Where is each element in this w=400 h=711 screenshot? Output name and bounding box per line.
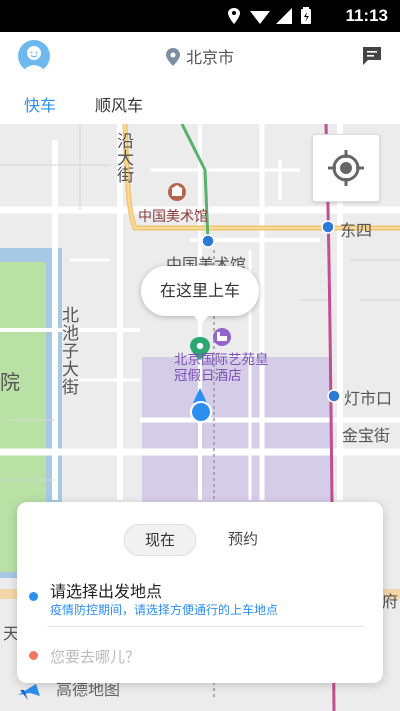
hotel-poi-icon [213,328,231,346]
city-selector[interactable]: 北京市 [0,44,400,68]
city-name: 北京市 [185,48,234,67]
tab-express[interactable]: 快车 [24,92,56,116]
map-label-yuan: 院 [0,370,20,394]
location-pin-icon [165,48,180,66]
service-tabs: 快车 顺风车 [0,80,400,124]
start-dot-icon [29,592,38,601]
divider [47,626,365,627]
map-label-dongsi: 东四 [340,221,373,240]
tab-now[interactable]: 现在 [124,524,196,556]
pickup-bubble[interactable]: 在这里上车 [141,266,259,324]
battery-icon [301,7,311,24]
museum-poi-icon [168,183,186,201]
location-icon [228,8,240,24]
map-label-fu: 府 [382,592,399,611]
wifi-icon [250,11,270,24]
tab-reserve[interactable]: 预约 [213,524,273,554]
clock: 11:13 [345,6,388,25]
map-label-beichi: 北池子大街 [58,306,78,396]
map-label-dengshikou: 灯市口 [344,389,393,408]
signal-icon [276,8,292,24]
header: 北京市 [0,32,400,80]
start-location-hint: 疫情防控期间，请选择方便通行的上车地点 [50,603,279,617]
map-label-jinbao: 金宝街 [342,426,391,445]
crosshair-icon [328,150,364,186]
tab-carpool[interactable]: 顺风车 [95,92,143,116]
message-icon[interactable] [362,46,382,66]
status-bar: 11:13 [0,0,400,32]
destination-dot-icon [29,651,38,660]
trip-panel: 现在 预约 请选择出发地点 疫情防控期间，请选择方便通行的上车地点 您要去哪儿？ [17,502,383,683]
destination-input[interactable]: 您要去哪儿？ [50,646,140,667]
map-label-hotel: 北京国际艺苑皇冠假日酒店 [174,352,269,384]
start-location-field[interactable]: 请选择出发地点 [50,578,162,602]
status-icons [228,7,311,24]
map-label-street: 沿大街 [113,132,133,183]
locate-me-button[interactable] [312,134,380,202]
amap-logo-icon [18,684,40,700]
map-label-museum: 中国美术馆 [138,209,208,225]
